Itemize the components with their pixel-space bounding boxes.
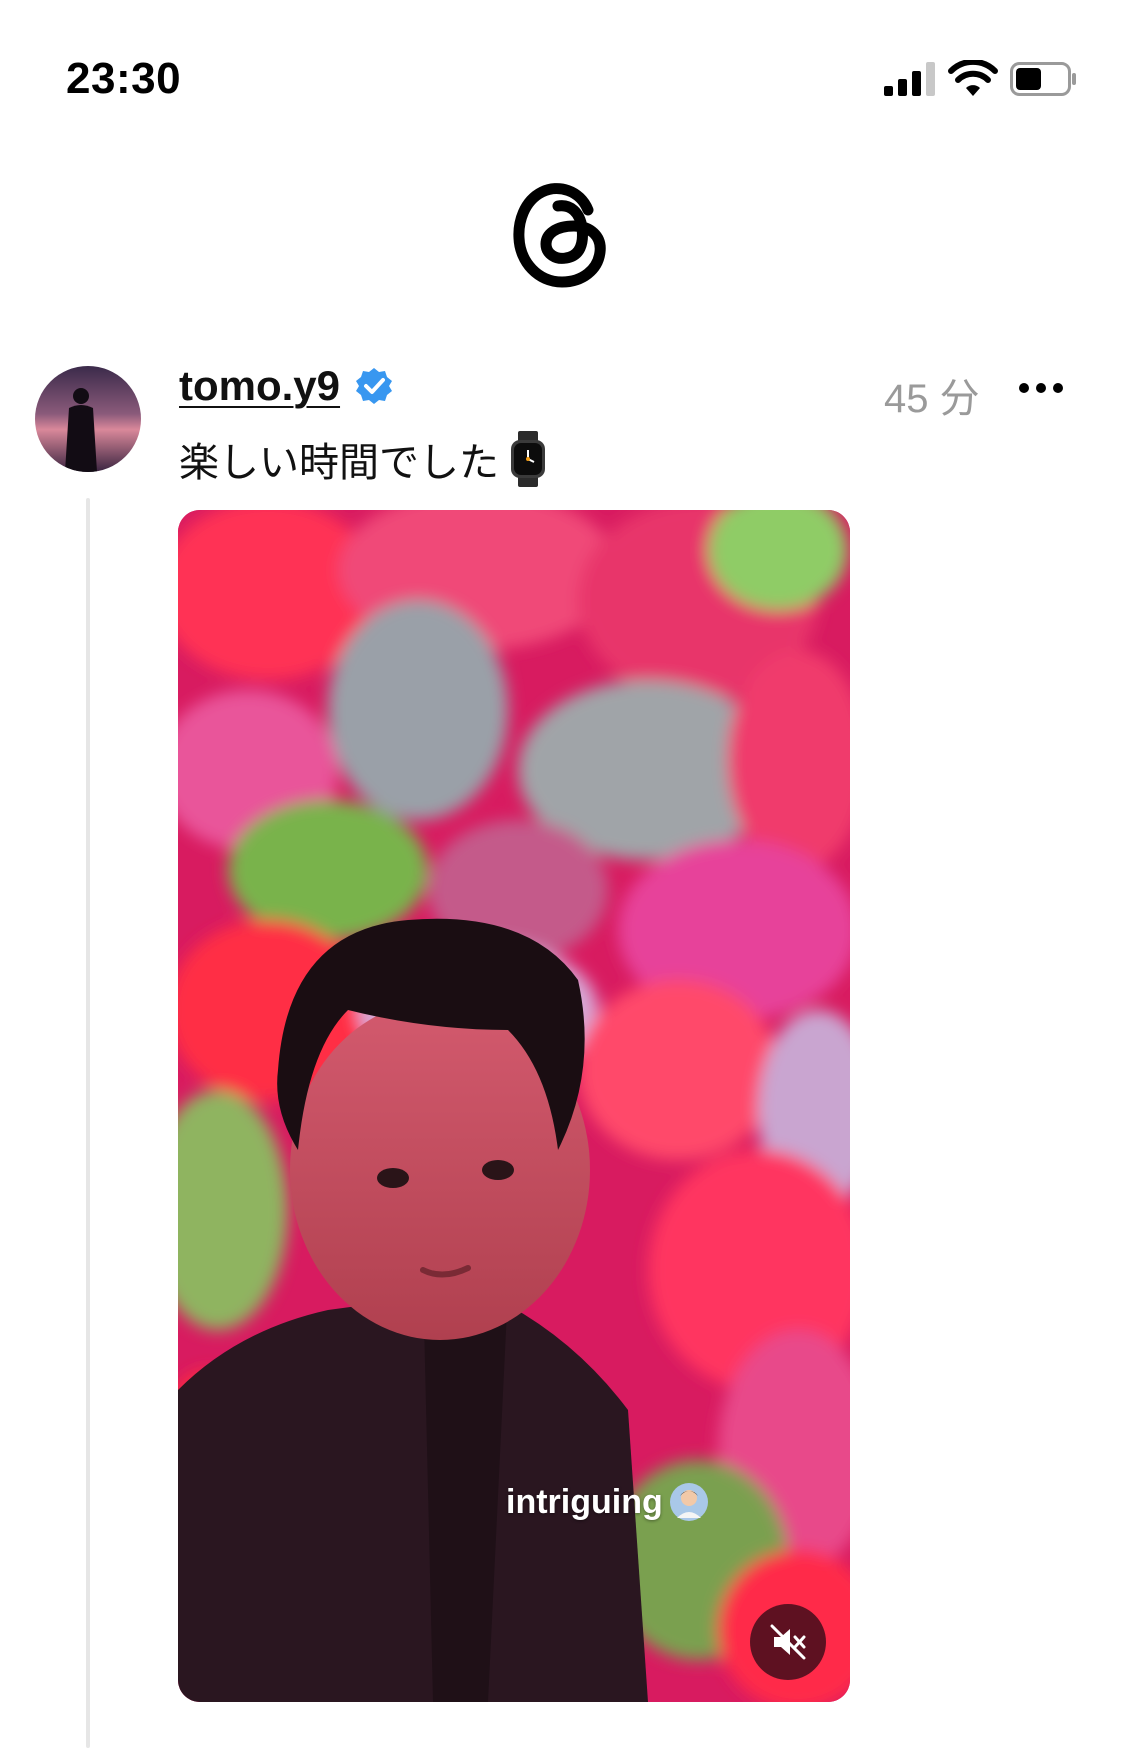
sticker-text: intriguing [506, 1482, 663, 1521]
post-caption: 楽しい時間でした [179, 430, 547, 488]
threads-logo-icon[interactable] [510, 178, 610, 288]
mute-button[interactable] [750, 1604, 826, 1680]
video-frame [178, 510, 850, 1702]
man-emoji-icon [669, 1483, 708, 1521]
cellular-signal-icon [884, 62, 935, 96]
more-options-icon[interactable] [1018, 380, 1064, 396]
status-time: 23:30 [66, 54, 182, 103]
post-header: tomo.y9 [179, 362, 394, 410]
watch-emoji-icon [511, 431, 545, 487]
verified-badge-icon [356, 368, 393, 404]
thread-line [86, 498, 90, 1748]
video-sticker: intriguing [506, 1482, 709, 1522]
speaker-muted-icon [770, 1624, 806, 1660]
battery-icon [1010, 62, 1076, 96]
post-video[interactable]: intriguing [178, 510, 850, 1702]
caption-text: 楽しい時間でした [179, 441, 499, 485]
username-link[interactable]: tomo.y9 [179, 362, 340, 410]
post-timestamp: 45 分 [884, 377, 980, 421]
wifi-icon [948, 60, 998, 96]
avatar[interactable] [35, 366, 141, 472]
